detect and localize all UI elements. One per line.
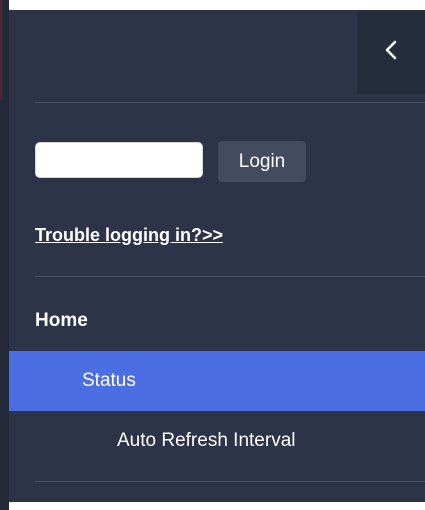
edge-accent xyxy=(0,0,2,100)
nav-item-status[interactable]: Status xyxy=(9,351,425,411)
login-input[interactable] xyxy=(35,142,203,178)
page: Login Trouble logging in?>> Home Status … xyxy=(0,0,425,510)
divider xyxy=(35,481,425,482)
trouble-logging-in-link[interactable]: Trouble logging in?>> xyxy=(35,225,223,246)
divider xyxy=(35,102,425,103)
nav-item-status-label: Status xyxy=(82,370,136,391)
chevron-left-icon xyxy=(384,39,398,66)
left-edge-strip xyxy=(0,0,9,510)
sidebar: Login Trouble logging in?>> Home Status … xyxy=(9,10,425,502)
nav-item-home[interactable]: Home xyxy=(35,310,88,332)
login-button[interactable]: Login xyxy=(218,141,306,182)
collapse-sidebar-button[interactable] xyxy=(357,10,425,94)
divider xyxy=(35,276,425,277)
nav-item-auto-refresh-interval[interactable]: Auto Refresh Interval xyxy=(117,430,295,452)
